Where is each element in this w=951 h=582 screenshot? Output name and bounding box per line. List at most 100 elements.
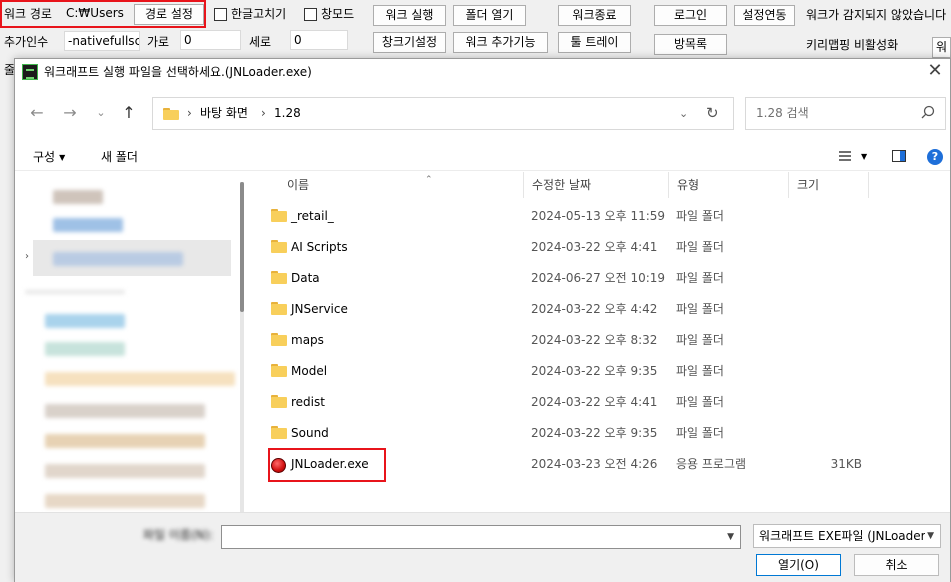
height-label: 세로 [249,35,272,49]
address-dropdown-icon[interactable]: ⌄ [679,98,688,129]
file-type-select[interactable]: 워크래프트 EXE파일 (JNLoader ▼ [753,524,941,548]
help-icon[interactable]: ? [927,149,943,165]
breadcrumb-current-folder[interactable]: 1.28 [274,98,301,129]
file-name-input[interactable]: ▼ [221,525,741,549]
file-row[interactable]: Data 2024-06-27 오전 10:19 파일 폴더 [251,263,950,294]
open-folder-button[interactable]: 폴더 열기 [453,5,526,26]
nav-item-blurred[interactable] [45,314,125,328]
file-name: maps [291,333,324,347]
up-arrow-icon[interactable]: ↑ [119,102,139,124]
file-row[interactable]: AI Scripts 2024-03-22 오후 4:41 파일 폴더 [251,232,950,263]
file-row[interactable]: _retail_ 2024-05-13 오후 11:59 파일 폴더 [251,201,950,232]
view-dropdown-icon[interactable]: ▼ [861,143,867,171]
file-date: 2024-03-23 오전 4:26 [531,457,658,471]
sort-ascending-icon: ⌃ [425,175,433,185]
file-type-value: 워크래프트 EXE파일 (JNLoader [759,529,926,543]
file-list[interactable]: 이름 ⌃ 수정한 날짜 유형 크기 _retail_ 2024-05-13 오후… [251,172,950,512]
file-type: 파일 폴더 [676,364,724,378]
navigation-pane[interactable]: › [15,172,251,526]
work-exit-button[interactable]: 워크종료 [558,5,631,26]
back-arrow-icon[interactable]: ← [27,102,47,124]
guestbook-button[interactable]: 방목록 [654,34,727,55]
settings-link-button[interactable]: 설정연동 [734,5,795,26]
file-type: 파일 폴더 [676,209,724,223]
file-name-label: 파일 이름(N): [143,528,214,542]
file-row[interactable]: redist 2024-03-22 오후 4:41 파일 폴더 [251,387,950,418]
column-header-type[interactable]: 유형 [669,172,789,198]
work-addon-button[interactable]: 워크 추가기능 [453,32,548,53]
column-header-name[interactable]: 이름 ⌃ [279,172,524,198]
nav-item-blurred[interactable] [45,464,205,478]
status-text: 워크가 감지되지 않았습니다 [806,8,947,22]
height-input[interactable]: 0 [290,30,348,50]
file-date: 2024-03-22 오후 9:35 [531,426,658,440]
file-date: 2024-03-22 오후 4:41 [531,240,658,254]
login-button[interactable]: 로그인 [654,5,727,26]
dialog-titlebar[interactable]: 워크래프트 실행 파일을 선택하세요.(JNLoader.exe) ✕ [15,59,950,85]
file-date: 2024-03-22 오후 9:35 [531,364,658,378]
keymapping-toggle[interactable]: 키리맵핑 비활성화 [806,35,898,55]
close-icon[interactable]: ✕ [920,59,950,85]
nav-item-blurred[interactable] [53,190,103,204]
navigation-bar: ← → ⌄ ↑ › 바탕 화면 › 1.28 ⌄ ↻ 1.28 검색 [15,85,950,143]
search-box[interactable]: 1.28 검색 [745,97,946,130]
caret-down-icon: ▼ [59,153,66,162]
nav-item-blurred[interactable] [53,252,183,266]
column-header-date[interactable]: 수정한 날짜 [524,172,669,198]
width-label: 가로 [147,35,170,49]
korean-fix-checkbox[interactable]: 한글고치기 [214,4,286,24]
tray-button[interactable]: 툴 트레이 [558,32,631,53]
checkbox-box[interactable] [304,7,317,21]
file-row[interactable]: Sound 2024-03-22 오후 9:35 파일 폴더 [251,418,950,449]
file-date: 2024-03-22 오후 4:41 [531,395,658,409]
folder-icon [271,209,287,223]
file-type: 파일 폴더 [676,426,724,440]
nav-item-blurred[interactable] [45,434,205,448]
work-run-button[interactable]: 워크 실행 [373,5,446,26]
chevron-down-icon[interactable]: ▼ [925,525,934,547]
nav-item-blurred[interactable] [45,342,125,356]
width-input[interactable]: 0 [180,30,241,50]
cut-off-button[interactable]: 워 [932,37,951,58]
preview-pane-icon[interactable] [892,149,906,163]
organize-button[interactable]: 구성 ▼ [33,143,65,173]
window-mode-checkbox[interactable]: 창모드 [304,4,354,24]
nav-item-blurred[interactable] [45,404,205,418]
nav-scrollbar[interactable] [240,182,244,526]
file-type: 파일 폴더 [676,302,724,316]
checkbox-box[interactable] [214,7,227,21]
highlight-box-jnloader [268,448,386,482]
refresh-icon[interactable]: ↻ [706,98,719,129]
breadcrumb-separator: › [187,106,192,120]
new-folder-button[interactable]: 새 폴더 [101,143,138,171]
column-name-label: 이름 [287,178,310,192]
nav-item-blurred[interactable] [45,494,205,508]
nav-divider [25,290,125,294]
column-header-size[interactable]: 크기 [789,172,869,198]
file-row[interactable]: maps 2024-03-22 오후 8:32 파일 폴더 [251,325,950,356]
nav-item-blurred[interactable] [53,218,123,232]
file-row[interactable]: JNService 2024-03-22 오후 4:42 파일 폴더 [251,294,950,325]
file-row[interactable]: Model 2024-03-22 오후 9:35 파일 폴더 [251,356,950,387]
extra-args-label: 추가인수 [4,35,49,49]
file-type: 파일 폴더 [676,333,724,347]
file-type: 파일 폴더 [676,271,724,285]
recent-locations-chevron-icon[interactable]: ⌄ [91,102,111,124]
cancel-button[interactable]: 취소 [854,554,939,576]
nav-item-blurred[interactable] [45,372,235,386]
file-date: 2024-06-27 오전 10:19 [531,271,666,285]
window-size-button[interactable]: 창크기설정 [373,32,446,53]
scrollbar-thumb[interactable] [240,182,244,312]
breadcrumb-desktop[interactable]: 바탕 화면 [200,98,248,129]
extra-args-input[interactable]: -nativefullsc [64,31,140,51]
open-button[interactable]: 열기(O) [756,554,841,576]
file-date: 2024-03-22 오후 4:42 [531,302,658,316]
file-date: 2024-05-13 오후 11:59 [531,209,666,223]
chevron-down-icon[interactable]: ▼ [727,526,734,548]
address-bar[interactable]: › 바탕 화면 › 1.28 ⌄ ↻ [152,97,734,130]
chevron-right-icon[interactable]: › [25,251,29,262]
view-options-icon[interactable] [838,149,852,163]
file-name: Data [291,271,320,285]
folder-icon [271,333,287,347]
forward-arrow-icon[interactable]: → [60,102,80,124]
